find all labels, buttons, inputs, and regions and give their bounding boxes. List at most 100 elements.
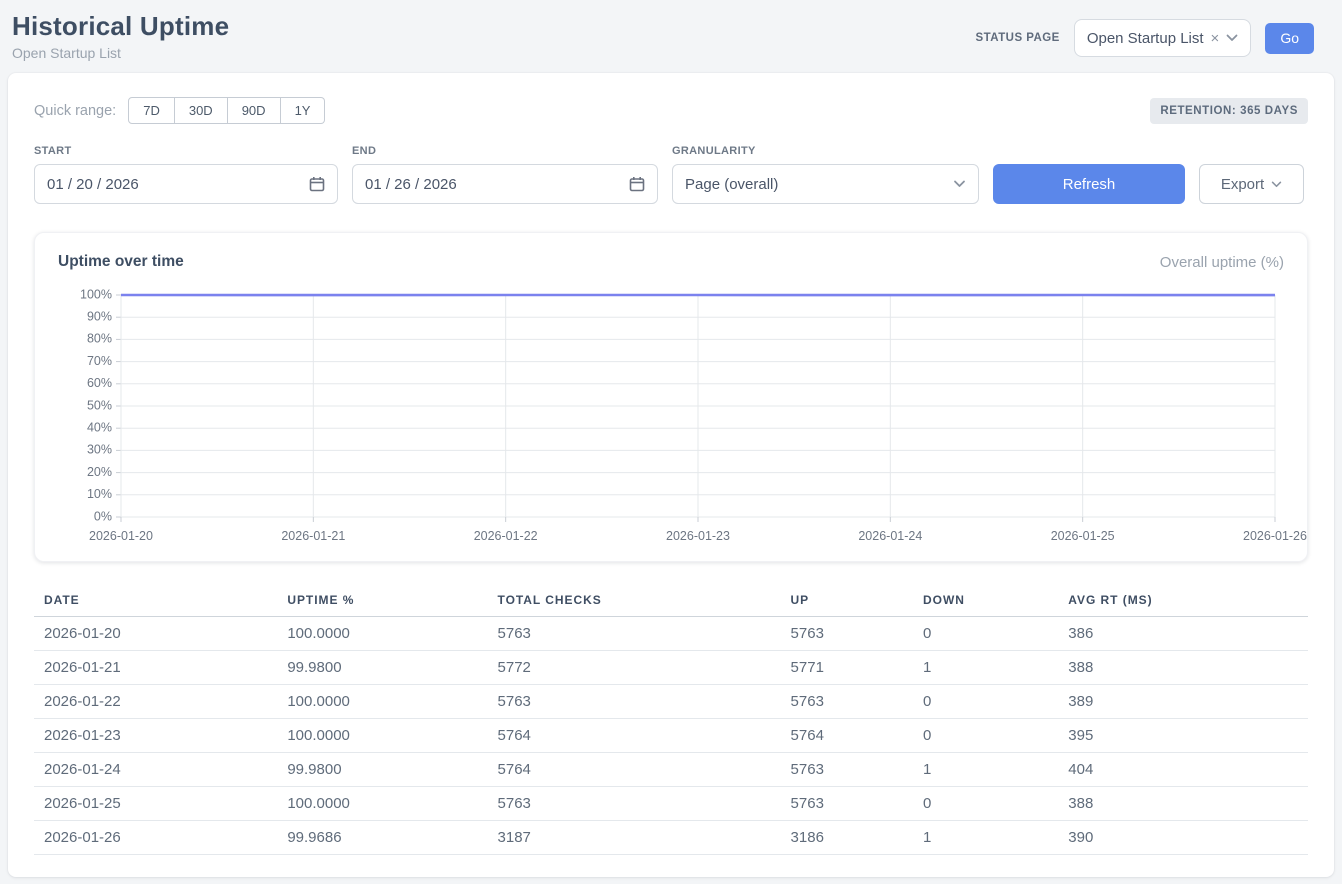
table-cell: 5763 — [781, 685, 913, 719]
table-cell: 99.9686 — [277, 821, 487, 855]
table-cell: 100.0000 — [277, 685, 487, 719]
svg-text:2026-01-23: 2026-01-23 — [666, 529, 730, 543]
table-cell: 3187 — [488, 821, 781, 855]
page-header: Historical Uptime Open Startup List STAT… — [0, 0, 1342, 71]
start-date-value: 01 / 20 / 2026 — [47, 176, 139, 193]
quick-range-1y[interactable]: 1Y — [281, 97, 326, 124]
calendar-icon[interactable] — [629, 176, 645, 192]
calendar-icon[interactable] — [309, 176, 325, 192]
table-cell: 5764 — [488, 753, 781, 787]
uptime-line-chart: 0%10%20%30%40%50%60%70%80%90%100%2026-01… — [57, 285, 1285, 549]
table-cell: 100.0000 — [277, 787, 487, 821]
end-date-value: 01 / 26 / 2026 — [365, 176, 457, 193]
end-date-label: END — [352, 145, 658, 157]
table-cell: 5764 — [488, 719, 781, 753]
chevron-down-icon — [1271, 181, 1282, 188]
export-button-label: Export — [1221, 176, 1264, 193]
table-cell: 5763 — [781, 787, 913, 821]
table-row: 2026-01-2499.9800576457631404 — [34, 753, 1308, 787]
column-header: DOWN — [913, 585, 1058, 617]
uptime-table: DATEUPTIME %TOTAL CHECKSUPDOWNAVG RT (MS… — [34, 585, 1308, 855]
chevron-down-icon — [1226, 34, 1238, 42]
table-cell: 1 — [913, 753, 1058, 787]
header-controls: STATUS PAGE Open Startup List × Go — [976, 19, 1314, 57]
table-cell: 100.0000 — [277, 617, 487, 651]
uptime-chart-card: Uptime over time Overall uptime (%) 0%10… — [34, 232, 1308, 562]
svg-text:2026-01-24: 2026-01-24 — [858, 529, 922, 543]
end-date-field: END 01 / 26 / 2026 — [352, 145, 658, 204]
go-button[interactable]: Go — [1265, 23, 1314, 54]
table-cell: 0 — [913, 685, 1058, 719]
quick-range-90d[interactable]: 90D — [228, 97, 281, 124]
quick-range-30d[interactable]: 30D — [175, 97, 228, 124]
column-header: DATE — [34, 585, 277, 617]
table-cell: 2026-01-25 — [34, 787, 277, 821]
column-header: UP — [781, 585, 913, 617]
table-cell: 5763 — [781, 753, 913, 787]
svg-text:2026-01-21: 2026-01-21 — [281, 529, 345, 543]
table-row: 2026-01-2199.9800577257711388 — [34, 651, 1308, 685]
table-cell: 2026-01-26 — [34, 821, 277, 855]
uptime-table-header: DATEUPTIME %TOTAL CHECKSUPDOWNAVG RT (MS… — [34, 585, 1308, 617]
end-date-input[interactable]: 01 / 26 / 2026 — [352, 164, 658, 204]
table-cell: 2026-01-20 — [34, 617, 277, 651]
svg-text:2026-01-22: 2026-01-22 — [474, 529, 538, 543]
table-cell: 99.9800 — [277, 753, 487, 787]
table-cell: 5763 — [781, 617, 913, 651]
svg-text:40%: 40% — [87, 420, 112, 434]
page-subtitle: Open Startup List — [12, 45, 229, 61]
start-date-label: START — [34, 145, 338, 157]
page-title: Historical Uptime — [12, 11, 229, 42]
table-cell: 5771 — [781, 651, 913, 685]
svg-text:80%: 80% — [87, 332, 112, 346]
status-page-selected-value: Open Startup List — [1087, 30, 1204, 47]
chart-title: Uptime over time — [58, 253, 184, 271]
start-date-input[interactable]: 01 / 20 / 2026 — [34, 164, 338, 204]
table-cell: 5763 — [488, 685, 781, 719]
chevron-down-icon — [953, 180, 966, 188]
quick-range-group: 7D30D90D1Y — [128, 97, 325, 124]
status-page-label: STATUS PAGE — [976, 32, 1060, 44]
granularity-selected-value: Page (overall) — [685, 176, 778, 193]
svg-text:2026-01-20: 2026-01-20 — [89, 529, 153, 543]
table-row: 2026-01-25100.0000576357630388 — [34, 787, 1308, 821]
table-cell: 0 — [913, 617, 1058, 651]
table-cell: 100.0000 — [277, 719, 487, 753]
title-block: Historical Uptime Open Startup List — [12, 11, 229, 61]
table-cell: 1 — [913, 651, 1058, 685]
table-cell: 3186 — [781, 821, 913, 855]
table-row: 2026-01-20100.0000576357630386 — [34, 617, 1308, 651]
table-cell: 395 — [1058, 719, 1308, 753]
clear-selection-icon[interactable]: × — [1211, 31, 1220, 46]
svg-text:2026-01-25: 2026-01-25 — [1051, 529, 1115, 543]
table-cell: 2026-01-24 — [34, 753, 277, 787]
main-card: Quick range: 7D30D90D1Y RETENTION: 365 D… — [8, 73, 1334, 877]
granularity-label: GRANULARITY — [672, 145, 979, 157]
refresh-button[interactable]: Refresh — [993, 164, 1185, 204]
svg-text:0%: 0% — [94, 509, 112, 523]
granularity-select[interactable]: Page (overall) — [672, 164, 979, 204]
status-page-select[interactable]: Open Startup List × — [1074, 19, 1252, 57]
svg-text:50%: 50% — [87, 398, 112, 412]
column-header: TOTAL CHECKS — [488, 585, 781, 617]
table-row: 2026-01-2699.9686318731861390 — [34, 821, 1308, 855]
table-cell: 386 — [1058, 617, 1308, 651]
table-cell: 0 — [913, 787, 1058, 821]
quick-range-row: Quick range: 7D30D90D1Y RETENTION: 365 D… — [34, 97, 1308, 124]
uptime-table-body: 2026-01-20100.00005763576303862026-01-21… — [34, 617, 1308, 855]
table-cell: 5764 — [781, 719, 913, 753]
table-cell: 5763 — [488, 617, 781, 651]
table-cell: 1 — [913, 821, 1058, 855]
export-button[interactable]: Export — [1199, 164, 1304, 204]
table-cell: 5772 — [488, 651, 781, 685]
column-header: AVG RT (MS) — [1058, 585, 1308, 617]
svg-text:20%: 20% — [87, 465, 112, 479]
svg-text:10%: 10% — [87, 487, 112, 501]
quick-range-7d[interactable]: 7D — [128, 97, 175, 124]
svg-text:30%: 30% — [87, 443, 112, 457]
filters-row: START 01 / 20 / 2026 END 01 / 26 / 2026 … — [34, 145, 1308, 204]
chart-area: 0%10%20%30%40%50%60%70%80%90%100%2026-01… — [57, 285, 1285, 549]
table-cell: 2026-01-23 — [34, 719, 277, 753]
svg-text:2026-01-26: 2026-01-26 — [1243, 529, 1307, 543]
table-cell: 99.9800 — [277, 651, 487, 685]
